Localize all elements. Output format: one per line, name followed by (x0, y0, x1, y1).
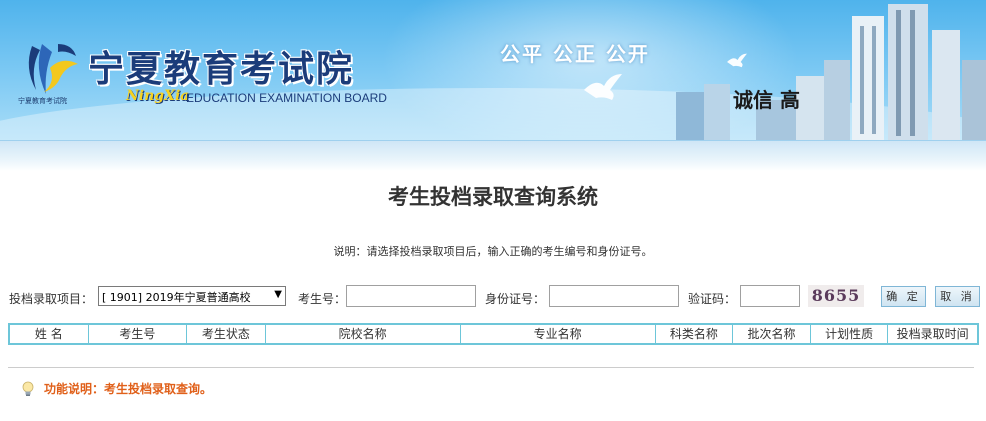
captcha-label: 验证码： (688, 292, 737, 306)
confirm-button[interactable]: 确 定 (881, 286, 926, 307)
site-name: 宁夏教育考试院 (88, 48, 355, 90)
col-plan-type: 计划性质 (811, 325, 889, 343)
captcha-input[interactable] (740, 285, 800, 307)
col-category: 科类名称 (656, 325, 734, 343)
results-table-header: 姓 名 考生号 考生状态 院校名称 专业名称 科类名称 批次名称 计划性质 投档… (8, 323, 979, 345)
dropdown-arrow-icon: ▼ (274, 289, 282, 300)
city-skyline (676, 4, 986, 140)
slogan-integrity: 诚信 高 (733, 88, 800, 112)
site-name-en-script: NingXia (126, 88, 190, 104)
slogan: 公平 公正 公开 (500, 42, 650, 66)
lightbulb-icon (22, 381, 34, 396)
dove-icon (584, 74, 622, 100)
sub-banner-band (0, 140, 986, 171)
project-label: 投档录取项目： (9, 292, 94, 306)
col-name: 姓 名 (10, 325, 89, 343)
id-number-input[interactable] (549, 285, 679, 307)
logo-caption: 宁夏教育考试院 (18, 97, 67, 105)
project-select[interactable]: [ 1901] 2019年宁夏普通高校 ▼ (98, 286, 286, 306)
exam-no-input[interactable] (346, 285, 476, 307)
site-name-en: EDUCATION EXAMINATION BOARD (186, 91, 387, 105)
col-admit-time: 投档录取时间 (896, 327, 969, 341)
captcha-image[interactable]: 8655 (808, 285, 864, 307)
divider (8, 367, 974, 368)
project-selected-value: [ 1901] 2019年宁夏普通高校 (102, 291, 251, 304)
instruction-text: 说明：请选择投档录取项目后，输入正确的考生编号和身份证号。 (333, 245, 653, 258)
exam-no-label: 考生号： (298, 292, 347, 306)
cancel-button[interactable]: 取 消 (935, 286, 980, 307)
col-major: 专业名称 (461, 325, 656, 343)
col-exam-no: 考生号 (89, 325, 188, 343)
id-label: 身份证号： (485, 292, 546, 306)
page-title: 考生投档录取查询系统 (388, 185, 598, 209)
header-banner: 宁夏教育考试院 宁夏教育考试院 NingXia EDUCATION EXAMIN… (0, 0, 986, 140)
logo-emblem-icon (28, 44, 78, 94)
col-school: 院校名称 (266, 325, 461, 343)
col-status: 考生状态 (187, 325, 266, 343)
col-batch: 批次名称 (733, 325, 811, 343)
function-description: 功能说明：考生投档录取查询。 (44, 382, 213, 396)
